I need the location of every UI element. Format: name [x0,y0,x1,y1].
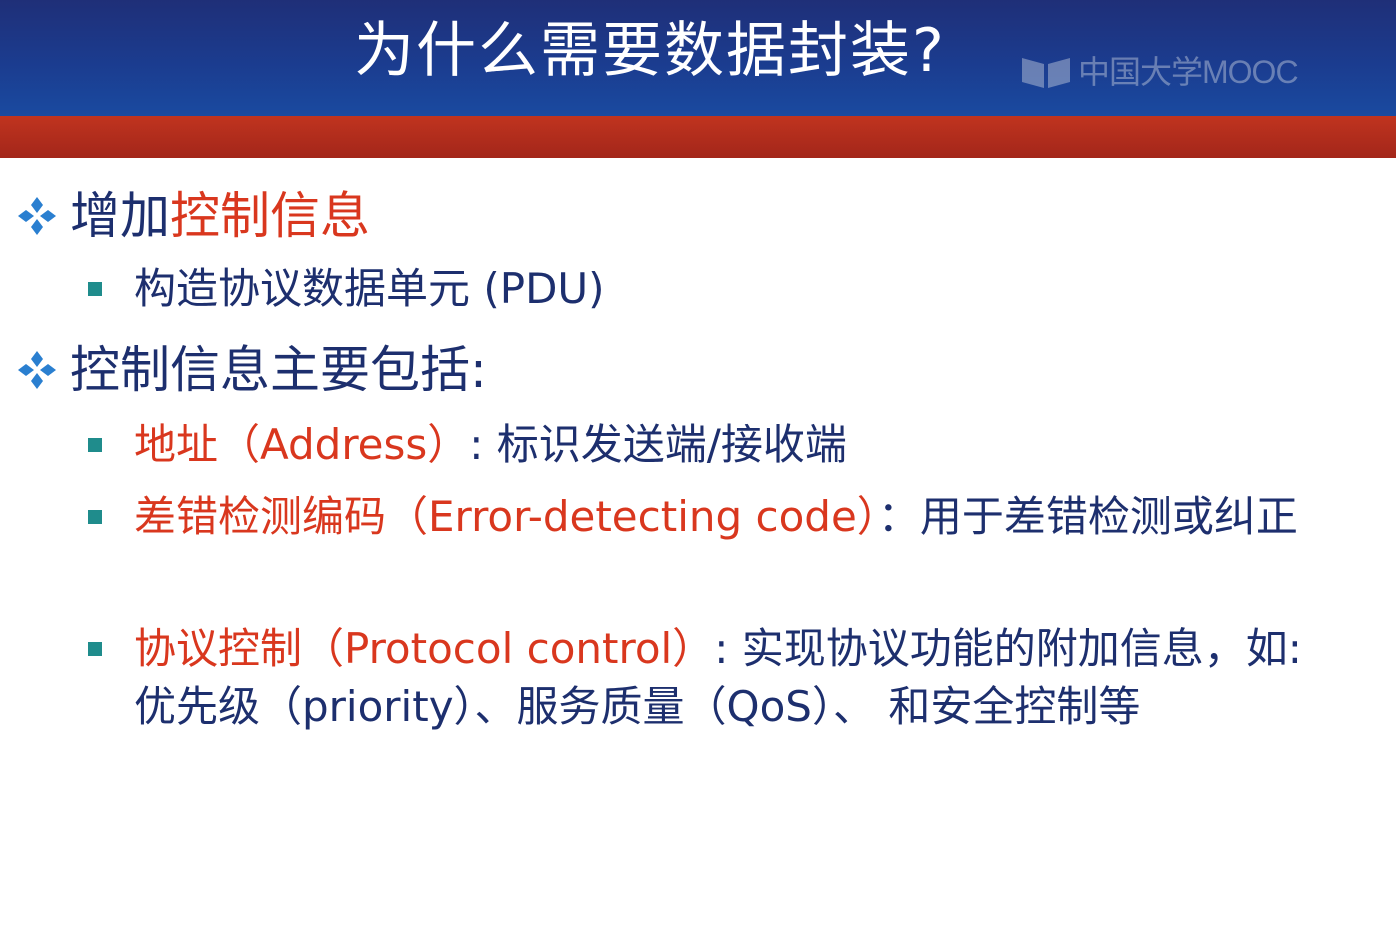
diamond-cluster-icon [18,197,56,235]
square-bullet-icon [88,282,102,296]
address-desc: : 标识发送端/接收端 [469,420,847,469]
square-bullet-icon [88,438,102,452]
sub-point-2-1: 地址（Address）: 标识发送端/接收端 [88,416,1338,474]
sub-point-1-1-text: 构造协议数据单元 (PDU) [134,264,605,313]
header-accent-band [0,116,1396,158]
point-1-prefix: 增加 [70,187,170,245]
mooc-watermark: 中国大学MOOC [1020,50,1299,90]
bullet-point-1: 增加 控制信息 [16,184,370,248]
diamond-cluster-icon [18,351,56,389]
error-code-desc: ：用于差错检测或纠正 [877,492,1298,541]
address-term: 地址（Address） [134,420,470,469]
sub-point-2-3: 协议控制（Protocol control）: 实现协议功能的附加信息，如: 优… [88,620,1338,736]
bullet-point-2: 控制信息主要包括: [16,338,487,402]
point-1-highlight: 控制信息 [170,187,370,245]
error-code-term: 差错检测编码（Error-detecting code） [134,492,878,541]
square-bullet-icon [88,642,102,656]
point-2-prefix: 控制信息主要包括: [70,341,487,399]
sub-point-2-2: 差错检测编码（Error-detecting code）：用于差错检测或纠正 [88,488,1338,546]
square-bullet-icon [88,510,102,524]
sub-point-1-1: 构造协议数据单元 (PDU) [88,260,1338,318]
book-logo-icon [1022,58,1070,88]
watermark-text: 中国大学MOOC [1078,54,1299,90]
protocol-control-term: 协议控制（Protocol control） [134,624,715,673]
